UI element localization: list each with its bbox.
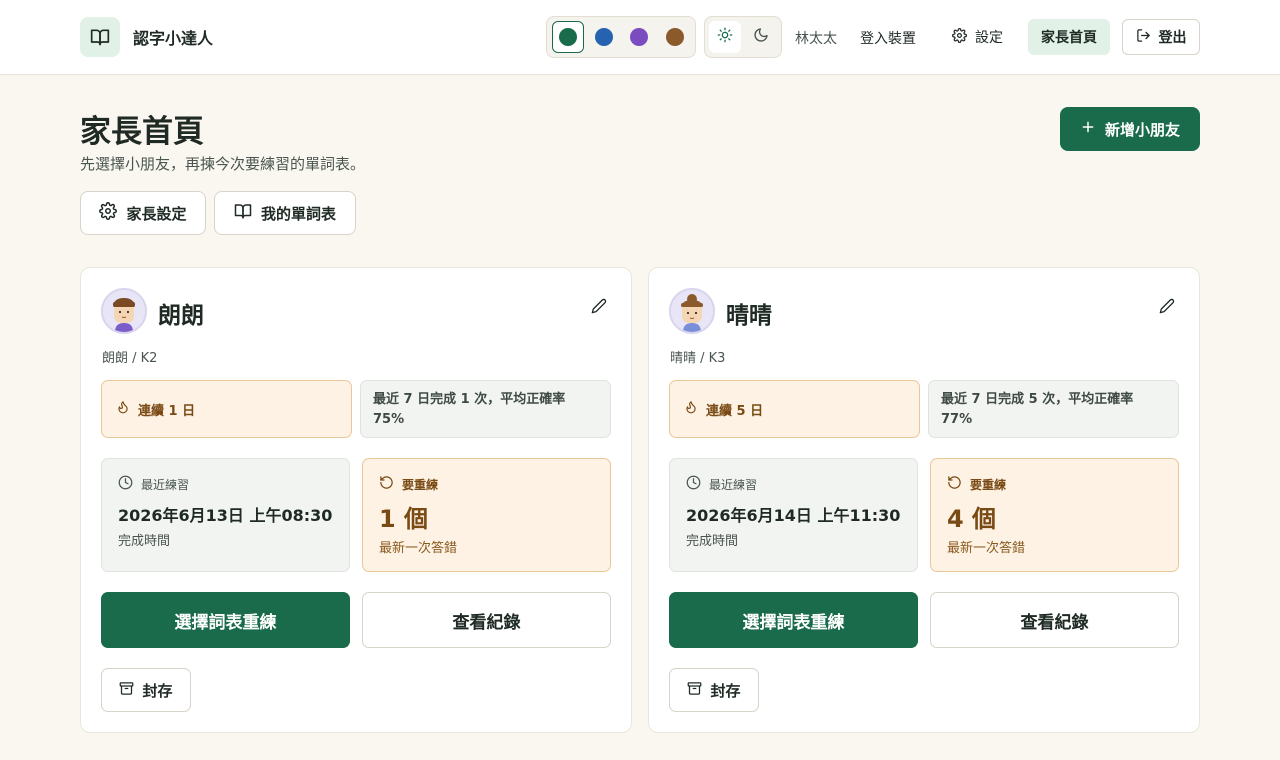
retry-note: 最新一次答錯	[947, 541, 1026, 556]
streak-badge: 連續 5 日	[669, 380, 920, 438]
choose-wordlist-retry-button[interactable]: 選擇詞表重練	[669, 592, 918, 648]
theme-swatch-green[interactable]	[552, 21, 584, 53]
archive-icon	[119, 681, 134, 700]
page-title: 家長首頁	[80, 114, 204, 150]
add-kid-label: 新增小朋友	[1104, 120, 1180, 139]
retry-box: 要重練 1 個 最新一次答錯	[362, 458, 611, 572]
swatch-dot	[558, 28, 577, 46]
retry-note: 最新一次答錯	[379, 541, 458, 556]
swatch-dot	[630, 28, 649, 46]
avatar	[669, 288, 715, 334]
theme-swatch-purple[interactable]	[624, 21, 656, 53]
page-subtitle: 先選擇小朋友，再揀今次要練習的單詞表。	[80, 155, 366, 173]
view-records-button[interactable]: 查看紀錄	[930, 592, 1179, 648]
retry-header: 要重練	[947, 475, 1006, 493]
logout-icon	[1136, 28, 1151, 47]
kid-name: 朗朗	[158, 303, 204, 329]
light-mode-button[interactable]	[709, 21, 741, 53]
archive-label: 封存	[142, 681, 173, 700]
nav-settings[interactable]: 設定	[942, 19, 1013, 55]
plus-icon	[1080, 119, 1096, 139]
last-practice-box: 最近練習 2026年6月13日 上午08:30 完成時間	[101, 458, 350, 572]
nav-login-device[interactable]: 登入裝置	[860, 28, 916, 48]
swatch-dot	[666, 28, 685, 46]
pencil-icon	[591, 298, 607, 318]
display-mode-toggle	[704, 16, 782, 58]
last-practice-time: 2026年6月14日 上午11:30	[686, 506, 901, 525]
last-practice-box: 最近練習 2026年6月14日 上午11:30 完成時間	[669, 458, 918, 572]
streak-label: 連續 1 日	[138, 403, 196, 419]
top-bar: 認字小達人 林太太 登入裝置 設定 家長首頁 登出	[0, 0, 1280, 75]
clock-icon	[118, 475, 133, 493]
kid-meta: 朗朗 / K2	[102, 351, 158, 366]
kid-name: 晴晴	[726, 303, 772, 329]
gear-icon	[99, 202, 118, 224]
archive-label: 封存	[710, 681, 741, 700]
view-records-button[interactable]: 查看紀錄	[362, 592, 611, 648]
retry-box: 要重練 4 個 最新一次答錯	[930, 458, 1179, 572]
last-practice-header: 最近練習	[686, 475, 757, 493]
rotate-ccw-icon	[947, 475, 962, 493]
clock-icon	[686, 475, 701, 493]
archive-button[interactable]: 封存	[101, 668, 191, 712]
rotate-ccw-icon	[379, 475, 394, 493]
moon-icon	[753, 27, 769, 47]
my-wordlists-button[interactable]: 我的單詞表	[214, 191, 356, 235]
swatch-dot	[594, 28, 613, 46]
kid-card: 朗朗 朗朗 / K2 連續 1 日 最近 7 日完成 1 次，平均正確率 75%…	[80, 267, 632, 733]
last-practice-header: 最近練習	[118, 475, 189, 493]
my-wordlists-label: 我的單詞表	[260, 204, 336, 223]
retry-label: 要重練	[970, 477, 1007, 492]
choose-wordlist-retry-button[interactable]: 選擇詞表重練	[101, 592, 350, 648]
book-open-icon	[80, 17, 120, 57]
avatar	[101, 288, 147, 334]
flame-icon	[116, 400, 130, 418]
streak-badge: 連續 1 日	[101, 380, 352, 438]
retry-count: 1 個	[379, 505, 429, 533]
archive-icon	[687, 681, 702, 700]
nav-settings-label: 設定	[975, 30, 1003, 46]
retry-label: 要重練	[402, 477, 439, 492]
pencil-icon	[1159, 298, 1175, 318]
parent-settings-button[interactable]: 家長設定	[80, 191, 206, 235]
sun-icon	[717, 27, 733, 47]
dark-mode-button[interactable]	[745, 21, 777, 53]
add-kid-button[interactable]: 新增小朋友	[1060, 107, 1200, 151]
gear-icon	[952, 27, 967, 47]
edit-kid-button[interactable]	[589, 298, 609, 318]
app-title: 認字小達人	[133, 29, 214, 48]
archive-button[interactable]: 封存	[669, 668, 759, 712]
brand[interactable]: 認字小達人	[80, 17, 213, 57]
theme-color-picker	[546, 16, 696, 58]
logout-label: 登出	[1158, 30, 1187, 46]
last-practice-label: 最近練習	[709, 477, 758, 492]
flame-icon	[684, 400, 698, 418]
edit-kid-button[interactable]	[1157, 298, 1177, 318]
parent-settings-label: 家長設定	[126, 204, 187, 223]
streak-label: 連續 5 日	[706, 403, 764, 419]
nav-parent-home[interactable]: 家長首頁	[1028, 19, 1110, 55]
user-name: 林太太	[795, 31, 837, 47]
last-practice-note: 完成時間	[118, 534, 171, 549]
retry-count: 4 個	[947, 505, 997, 533]
last-practice-time: 2026年6月13日 上午08:30	[118, 506, 333, 525]
last-practice-label: 最近練習	[141, 477, 190, 492]
logout-button[interactable]: 登出	[1122, 19, 1200, 55]
theme-swatch-blue[interactable]	[588, 21, 620, 53]
recent-summary: 最近 7 日完成 1 次，平均正確率 75%	[360, 380, 611, 438]
retry-header: 要重練	[379, 475, 438, 493]
recent-summary: 最近 7 日完成 5 次，平均正確率 77%	[928, 380, 1179, 438]
book-open-icon	[234, 202, 252, 224]
kid-meta: 晴晴 / K3	[670, 351, 726, 366]
kid-card: 晴晴 晴晴 / K3 連續 5 日 最近 7 日完成 5 次，平均正確率 77%…	[648, 267, 1200, 733]
last-practice-note: 完成時間	[686, 534, 739, 549]
theme-swatch-brown[interactable]	[659, 21, 691, 53]
